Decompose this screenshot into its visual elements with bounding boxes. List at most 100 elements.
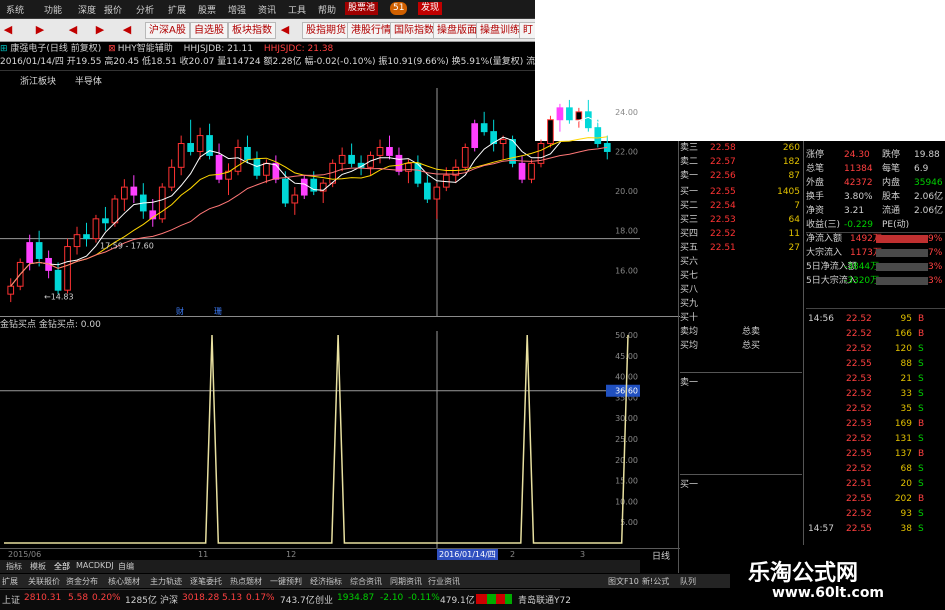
- tab-trading-practice[interactable]: 操盘训练: [476, 22, 524, 39]
- nav-left4-icon[interactable]: ◀: [280, 22, 290, 37]
- tick-row: 22.52 35 S: [806, 402, 945, 416]
- empty-level-label: 买均: [680, 341, 699, 351]
- tab-general-news[interactable]: 综合资讯: [350, 576, 382, 587]
- total-sell-label: 总卖: [742, 327, 761, 337]
- stock-pool-tag[interactable]: 股票池: [345, 2, 379, 15]
- tab-sector-index[interactable]: 板块指数: [228, 22, 276, 39]
- candle-body: [121, 186, 128, 200]
- stat-value: 19.88: [914, 150, 940, 160]
- y-tick-label: 22.00: [615, 147, 638, 156]
- stat-label: 外盘: [806, 178, 825, 188]
- empty-level-row: 买七: [680, 269, 802, 283]
- tab-macd[interactable]: MACD: [76, 561, 100, 570]
- tab-custom[interactable]: 自编: [118, 561, 134, 572]
- nav-right-icon[interactable]: ▶: [35, 22, 45, 37]
- bid-row[interactable]: 买一 22.55 1405: [680, 185, 802, 199]
- sell-one-row[interactable]: 卖一: [680, 376, 802, 390]
- tab-hot-topics[interactable]: 热点题材: [230, 576, 262, 587]
- bid-row[interactable]: 买五 22.51 27: [680, 241, 802, 255]
- x-tick: 2: [510, 550, 516, 559]
- tick-row: 22.52 166 B: [806, 327, 945, 341]
- tag-semiconductor[interactable]: 半导体: [75, 77, 102, 87]
- nav-right2-icon[interactable]: ▶: [95, 22, 105, 37]
- nav-left2-icon[interactable]: ◀: [68, 22, 78, 37]
- tab-intl-index[interactable]: 国际指数: [390, 22, 438, 39]
- candle-body: [215, 154, 223, 180]
- tick-direction: B: [918, 419, 925, 429]
- notification-count-badge[interactable]: 51: [390, 2, 408, 15]
- menu-analysis[interactable]: 分析: [136, 3, 154, 16]
- tab-fund-distribution[interactable]: 资金分布: [66, 576, 98, 587]
- tick-direction: S: [918, 389, 924, 399]
- menu-function[interactable]: 功能: [44, 3, 62, 16]
- x-tick: 3: [580, 550, 586, 559]
- tab-queue[interactable]: 队列: [680, 576, 696, 587]
- nav-left3-icon[interactable]: ◀: [122, 22, 132, 37]
- candlestick-chart[interactable]: 24.00 22.00 20.00 18.00 16.00 17.59 - 17.60 ←1…: [0, 88, 640, 316]
- bid-row[interactable]: 买三 22.53 64: [680, 213, 802, 227]
- low-annotation: ←14.83: [44, 293, 74, 302]
- tab-industry-news[interactable]: 行业资讯: [428, 576, 460, 587]
- tab-period-news[interactable]: 同期资讯: [390, 576, 422, 587]
- tick-volume: 95: [900, 314, 912, 324]
- index-sz-name[interactable]: 沪深: [160, 593, 178, 606]
- tab-one-click-forecast[interactable]: 一键预判: [270, 576, 302, 587]
- toolbar: ◀ ▶ ◀ ▶ ◀ 沪深A股 自选股 板块指数 ◀ 股指期货 港股行情 国际指数…: [0, 19, 537, 42]
- tab-shanghai-shenzhen-a[interactable]: 沪深A股: [145, 22, 190, 39]
- finance-marker[interactable]: 财: [176, 306, 184, 316]
- candle-body: [291, 194, 299, 204]
- menu-quote[interactable]: 报价: [104, 3, 122, 16]
- function-tabs: 扩展 关联报价 资金分布 核心题材 主力轨迹 逐笔委托 热点题材 一键预判 经济…: [0, 574, 640, 588]
- indicator-chart[interactable]: 50.00 45.00 40.00 35.00 30.00 25.00 20.00 15.00…: [0, 331, 640, 549]
- bid-row[interactable]: 买四 22.52 11: [680, 227, 802, 241]
- menu-depth[interactable]: 深度: [78, 3, 96, 16]
- tab-trading-layout[interactable]: 操盘版面: [433, 22, 481, 39]
- stat-label: 净资: [806, 206, 825, 216]
- tab-kdj[interactable]: KDJ: [100, 561, 114, 570]
- menu-stock[interactable]: 股票: [198, 3, 216, 16]
- discover-tag[interactable]: 发现: [418, 2, 443, 15]
- ask-row[interactable]: 卖三 22.58 260: [680, 141, 802, 155]
- tab-indicator[interactable]: 指标: [6, 561, 22, 572]
- tab-core-topics[interactable]: 核心题材: [108, 576, 140, 587]
- broker-name[interactable]: 青岛联通Y72: [518, 593, 571, 606]
- menu-extend[interactable]: 扩展: [168, 3, 186, 16]
- tag-zhejiang[interactable]: 浙江板块: [20, 77, 56, 87]
- tags-row: 浙江板块 半导体: [0, 76, 535, 88]
- tab-f10[interactable]: 图文F10: [608, 576, 639, 587]
- tick-price: 22.55: [846, 359, 872, 369]
- tick-direction: B: [918, 494, 925, 504]
- tab-economic-indicators[interactable]: 经济指标: [310, 576, 342, 587]
- tick-volume: 131: [894, 434, 912, 444]
- tab-extend[interactable]: 扩展: [2, 576, 18, 587]
- menu-help[interactable]: 帮助: [318, 3, 336, 16]
- bid-row[interactable]: 买二 22.54 7: [680, 199, 802, 213]
- chart-settings-icon[interactable]: ⊞: [0, 44, 10, 54]
- tab-main-trace[interactable]: 主力轨迹: [150, 576, 182, 587]
- tab-related-quotes[interactable]: 关联报价: [28, 576, 60, 587]
- index-cy-name[interactable]: 创业: [315, 593, 333, 606]
- period-label[interactable]: 日线: [652, 549, 670, 562]
- stat-label: 总笔: [806, 164, 825, 174]
- menu-system[interactable]: 系统: [6, 3, 24, 16]
- tab-order-detail[interactable]: 逐笔委托: [190, 576, 222, 587]
- menu-enhance[interactable]: 增强: [228, 3, 246, 16]
- tick-direction: S: [918, 404, 924, 414]
- tick-price: 22.52: [846, 434, 872, 444]
- menu-tools[interactable]: 工具: [288, 3, 306, 16]
- index-sh-name[interactable]: 上证: [2, 593, 20, 606]
- tab-hk-quotes[interactable]: 港股行情: [347, 22, 395, 39]
- indicator-icon[interactable]: ⊠: [108, 44, 116, 54]
- tab-new-formula[interactable]: 新!公式: [642, 576, 669, 587]
- tab-watchlist[interactable]: 自选股: [190, 22, 228, 39]
- buy-one-row[interactable]: 买一: [680, 478, 802, 492]
- nav-left-icon[interactable]: ◀: [3, 22, 13, 37]
- event-marker[interactable]: 珊: [214, 307, 222, 316]
- tab-all[interactable]: 全部: [54, 561, 70, 572]
- ask-row[interactable]: 卖一 22.56 87: [680, 169, 802, 183]
- ask-row[interactable]: 卖二 22.57 182: [680, 155, 802, 169]
- menu-news[interactable]: 资讯: [258, 3, 276, 16]
- tab-template[interactable]: 模板: [30, 561, 46, 572]
- stat-label: 跌停: [882, 150, 901, 160]
- tab-index-futures[interactable]: 股指期货: [302, 22, 350, 39]
